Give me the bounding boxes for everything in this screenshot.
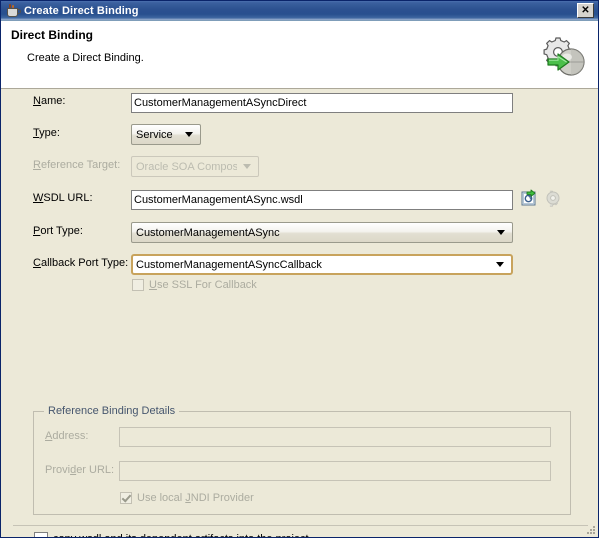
provider-url-field-row: Provider URL: — [45, 464, 121, 476]
name-field-row: Name: — [33, 95, 131, 107]
chevron-down-icon — [185, 132, 193, 137]
dialog-titlebar[interactable]: Create Direct Binding ✕ — [1, 1, 598, 21]
type-dropdown[interactable]: Service — [131, 124, 201, 145]
jndi-label-pre: Use local — [137, 492, 186, 504]
type-label-text: ype: — [39, 127, 60, 139]
wsdl-url-field-row: WSDL URL: — [33, 192, 131, 204]
chevron-down-icon — [243, 164, 251, 169]
use-ssl-label-mnemonic: U — [149, 279, 157, 291]
callback-port-type-dropdown[interactable]: CustomerManagementASyncCallback — [131, 254, 513, 275]
divider — [13, 525, 588, 526]
name-label: Name: — [33, 95, 131, 107]
copy-wsdl-checkbox[interactable]: copy wsdl and its dependent artifacts in… — [34, 532, 312, 537]
reference-target-label-text: eference Target: — [40, 159, 121, 171]
checkbox-box-checked — [120, 492, 132, 504]
copy-wsdl-label-text: opy wsdl and its dependent artifacts int… — [59, 533, 312, 537]
resize-grip[interactable] — [584, 524, 596, 536]
use-local-jndi-provider-checkbox: Use local JNDI Provider — [120, 492, 254, 504]
reference-target-label: Reference Target: — [33, 159, 131, 171]
provider-url-label-text: er URL: — [76, 464, 115, 476]
address-input — [119, 427, 551, 447]
wsdl-url-label: WSDL URL: — [33, 192, 131, 204]
port-type-field-row: Port Type: — [33, 225, 131, 237]
wsdl-url-label-mnemonic: W — [33, 192, 44, 204]
port-type-label: Port Type: — [33, 225, 131, 237]
use-ssl-label-text: se SSL For Callback — [156, 279, 257, 291]
checkbox-box[interactable] — [34, 532, 48, 537]
gear-with-green-arrow-icon — [540, 35, 588, 79]
name-label-mnemonic: N — [33, 95, 41, 107]
use-ssl-for-callback-checkbox: Use SSL For Callback — [132, 279, 257, 291]
reference-target-label-mnemonic: R — [33, 159, 41, 171]
address-field-row: Address: — [45, 430, 121, 442]
address-label: Address: — [45, 430, 121, 442]
chevron-down-icon — [496, 262, 504, 267]
type-label: Type: — [33, 127, 131, 139]
address-label-text: ddress: — [52, 430, 89, 442]
jndi-label-text: NDI Provider — [190, 492, 254, 504]
checkbox-box — [132, 279, 144, 291]
find-wsdl-icon[interactable] — [520, 189, 538, 207]
provider-url-label: Provider URL: — [45, 464, 121, 476]
port-type-dropdown[interactable]: CustomerManagementASync — [131, 222, 513, 243]
reference-target-dropdown-value: Oracle SOA Composite — [136, 160, 237, 173]
callback-port-type-label-text: allback Port Type: — [40, 257, 129, 269]
provider-url-input — [119, 461, 551, 481]
reference-target-dropdown: Oracle SOA Composite — [131, 156, 259, 177]
callback-port-type-dropdown-value: CustomerManagementASyncCallback — [136, 258, 322, 271]
wsdl-url-input[interactable] — [131, 190, 513, 210]
gear-icon-disabled — [544, 189, 562, 207]
type-dropdown-value: Service — [136, 128, 173, 141]
java-coffee-cup-icon — [4, 3, 21, 19]
name-label-text: ame: — [40, 95, 66, 107]
create-direct-binding-dialog: Create Direct Binding ✕ Direct Binding C… — [0, 0, 599, 538]
close-icon[interactable]: ✕ — [577, 3, 594, 18]
wsdl-url-label-text: SDL URL: — [43, 192, 93, 204]
reference-target-field-row: Reference Target: — [33, 159, 131, 171]
callback-port-type-label-mnemonic: C — [33, 257, 41, 269]
provider-url-label-pre: Provi — [45, 464, 71, 476]
dialog-title: Create Direct Binding — [24, 4, 139, 17]
header-title: Direct Binding — [11, 28, 94, 42]
chevron-down-icon — [497, 230, 505, 235]
port-type-dropdown-value: CustomerManagementASync — [136, 226, 280, 239]
type-field-row: Type: — [33, 127, 131, 139]
callback-port-type-label: Callback Port Type: — [33, 257, 131, 269]
callback-port-type-field-row: Callback Port Type: — [33, 257, 131, 269]
port-type-label-text: ort Type: — [40, 225, 83, 237]
reference-binding-details-title: Reference Binding Details — [44, 405, 180, 417]
use-ssl-for-callback-label: Use SSL For Callback — [149, 279, 257, 291]
header-subtitle: Create a Direct Binding. — [27, 52, 144, 64]
dialog-header: Direct Binding Create a Direct Binding. — [1, 21, 598, 89]
use-local-jndi-provider-label: Use local JNDI Provider — [137, 492, 254, 504]
name-input[interactable] — [131, 93, 513, 113]
copy-wsdl-label: copy wsdl and its dependent artifacts in… — [53, 533, 312, 537]
dialog-body: Name: Type: Service Reference Target: Or… — [1, 89, 598, 537]
